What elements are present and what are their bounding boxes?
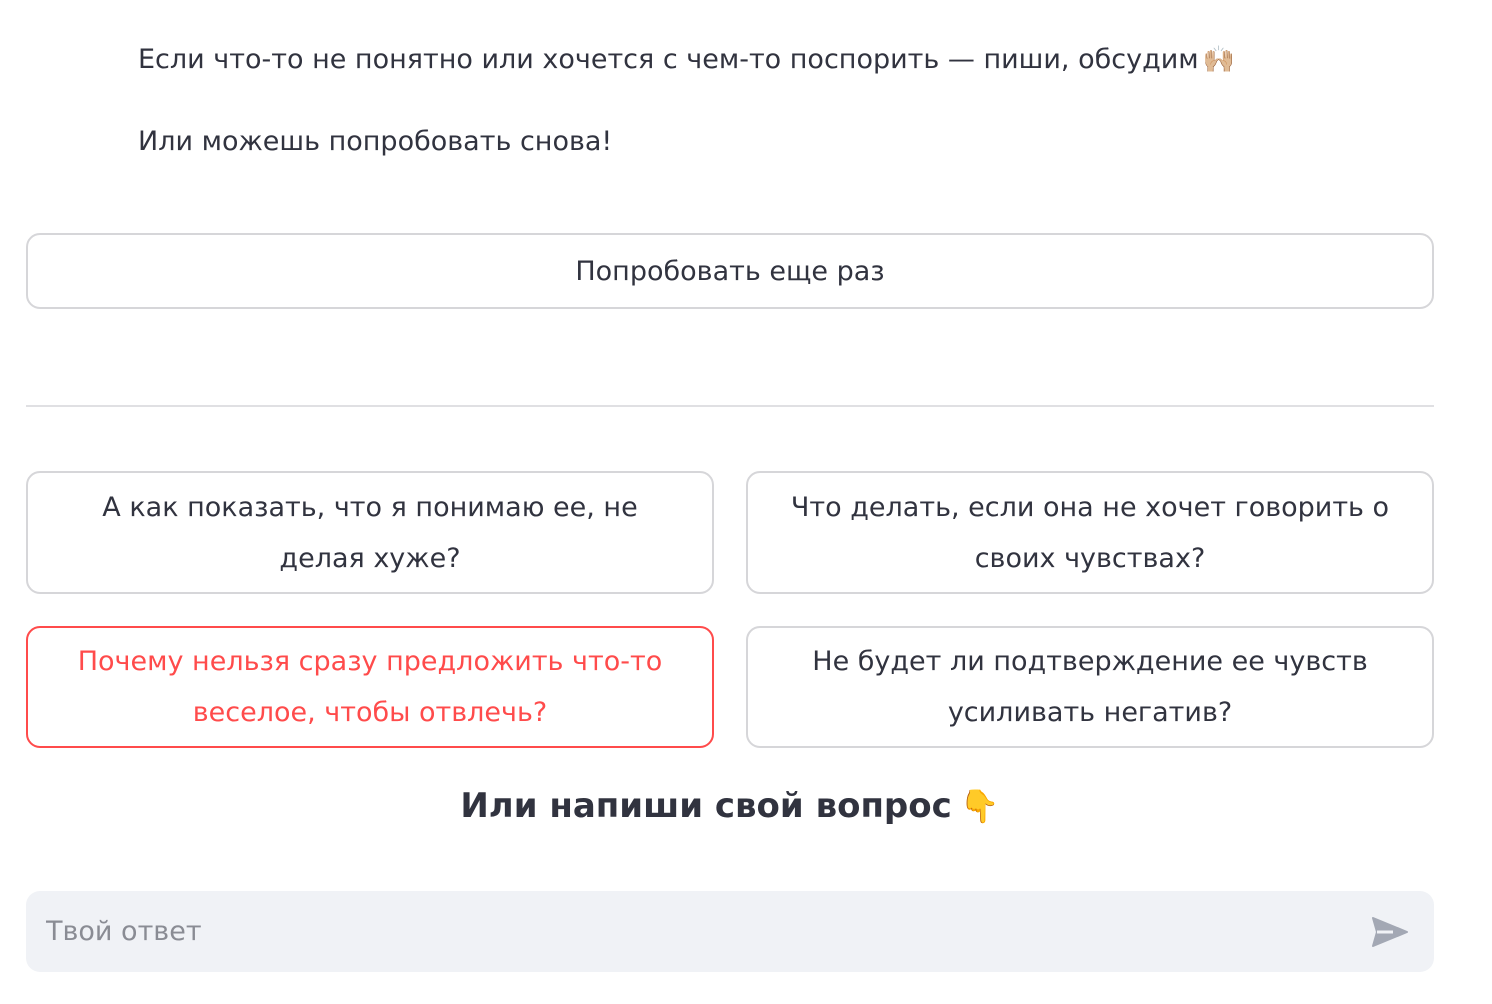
send-icon xyxy=(1372,916,1408,947)
answer-input[interactable] xyxy=(26,891,1360,972)
chat-input-container xyxy=(26,891,1434,972)
message-line-1-text: Если что-то не понятно или хочется с чем… xyxy=(138,44,1199,75)
message-line-1: Если что-то не понятно или хочется с чем… xyxy=(138,38,1338,82)
prompt-text: Или напиши свой вопрос xyxy=(460,786,952,826)
suggestion-button-1[interactable]: А как показать, что я понимаю ее, не дел… xyxy=(26,471,714,594)
retry-button[interactable]: Попробовать еще раз xyxy=(26,233,1434,309)
pointing-down-icon: 👇 xyxy=(959,787,1000,825)
divider xyxy=(26,405,1434,407)
raising-hands-icon: 🙌🏼 xyxy=(1202,45,1236,75)
suggestion-button-3[interactable]: Почему нельзя сразу предложить что-то ве… xyxy=(26,626,714,748)
suggestion-button-4[interactable]: Не будет ли подтверждение ее чувств усил… xyxy=(746,626,1434,748)
custom-question-prompt: Или напиши свой вопрос 👇 xyxy=(26,780,1434,832)
send-button[interactable] xyxy=(1360,902,1420,962)
message-line-2: Или можешь попробовать снова! xyxy=(138,126,613,157)
suggestion-button-2[interactable]: Что делать, если она не хочет говорить о… xyxy=(746,471,1434,594)
assistant-message: Если что-то не понятно или хочется с чем… xyxy=(138,38,1338,164)
